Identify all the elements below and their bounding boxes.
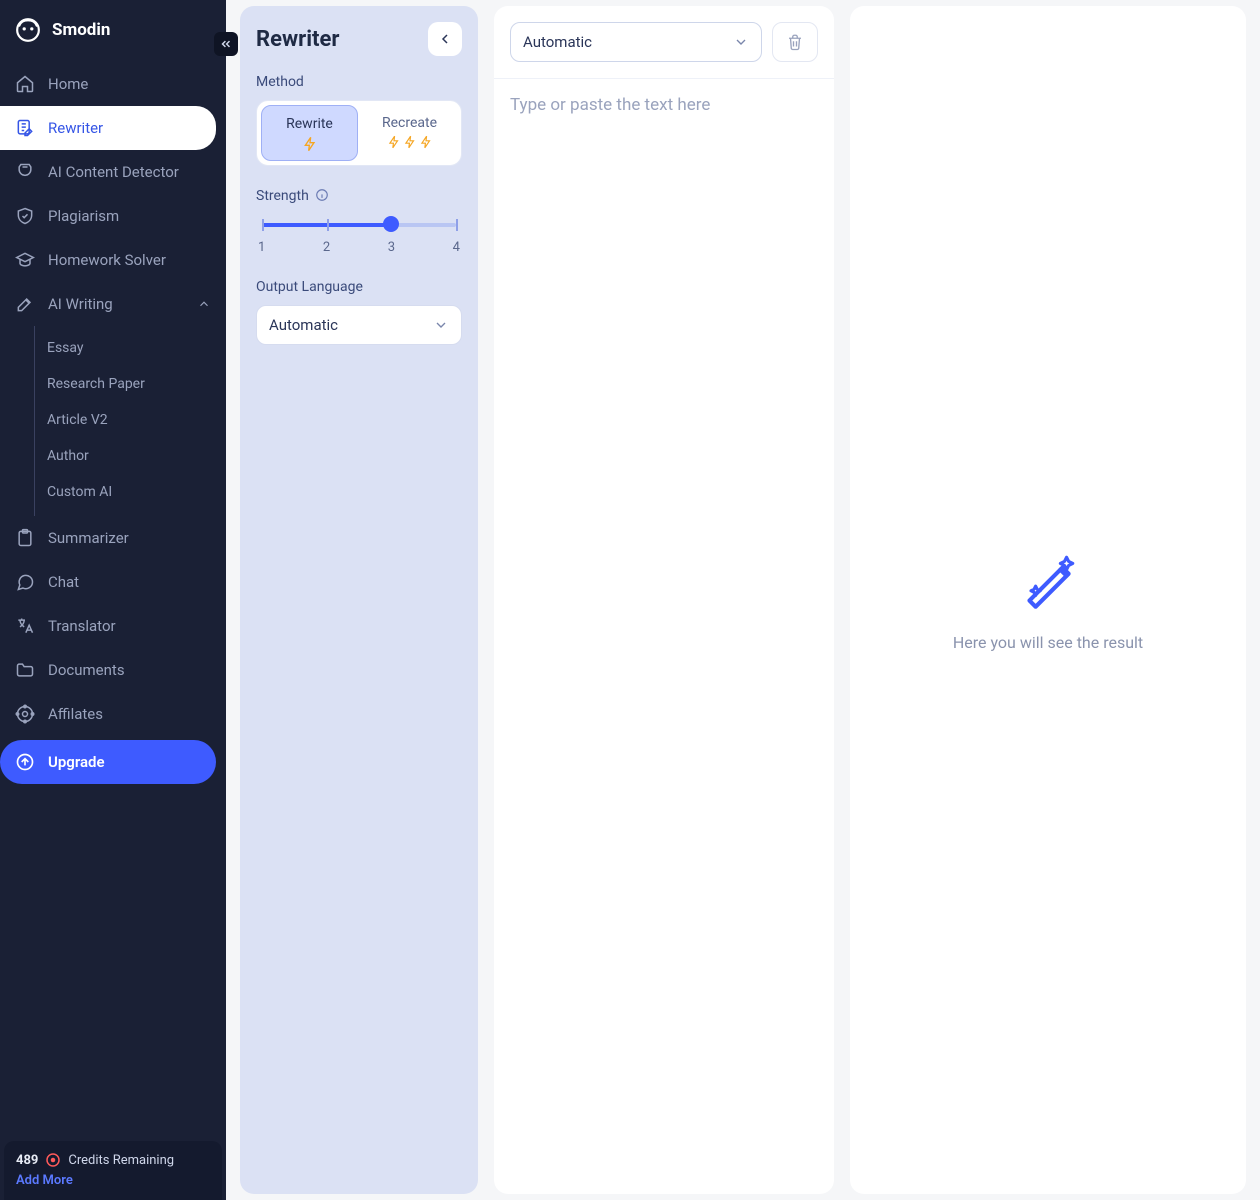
subnav-custom-ai[interactable]: Custom AI [35,474,226,510]
nav-label: AI Writing [48,295,113,313]
strength-slider[interactable] [262,214,456,234]
nav-summarizer[interactable]: Summarizer [0,516,226,560]
output-empty-text: Here you will see the result [953,633,1143,652]
nav: Home Rewriter AI Content Detector Plagia… [0,58,226,792]
slider-tick-labels: 1 2 3 4 [258,240,460,255]
input-placeholder: Type or paste the text here [510,95,818,115]
credits-row: 489 Credits Remaining [16,1151,210,1169]
detector-icon [14,161,36,183]
nav-upgrade[interactable]: Upgrade [0,740,216,784]
folder-icon [14,659,36,681]
chat-icon [14,571,36,593]
credits-label: Credits Remaining [68,1153,174,1168]
input-top-bar: Automatic [494,6,834,79]
output-language-value: Automatic [269,316,338,334]
credits-icon [44,1151,62,1169]
nav-label: Chat [48,573,79,591]
nav-plagiarism[interactable]: Plagiarism [0,194,226,238]
nav-homework-solver[interactable]: Homework Solver [0,238,226,282]
method-rewrite-label: Rewrite [266,116,353,132]
subnav-author[interactable]: Author [35,438,226,474]
output-language-label: Output Language [256,279,462,295]
nav-label: Upgrade [48,753,105,771]
chevron-up-icon [196,296,212,312]
brand-name: Smodin [52,20,110,40]
tick-1: 1 [258,240,265,255]
bolt-icon [266,136,353,152]
credits-count: 489 [16,1153,38,1168]
brand-logo-icon [14,16,42,44]
strength-label: Strength [256,188,462,204]
chevron-down-icon [733,34,749,50]
bolt-icon [366,135,453,149]
tick-3: 3 [388,240,395,255]
tick-2: 2 [323,240,330,255]
rewriter-icon [14,117,36,139]
magic-wand-icon [1015,549,1081,615]
clear-text-button[interactable] [772,22,818,62]
subnav-article-v2[interactable]: Article V2 [35,402,226,438]
subnav-essay[interactable]: Essay [35,330,226,366]
input-language-value: Automatic [523,33,592,51]
credits-bar: 489 Credits Remaining Add More [4,1141,222,1200]
nav-label: Documents [48,661,125,679]
nav-label: Homework Solver [48,251,166,269]
upgrade-icon [14,751,36,773]
affiliates-icon [14,703,36,725]
sidebar: Smodin Home Rewriter AI Content Detector… [0,0,226,1200]
home-icon [14,73,36,95]
settings-panel: Rewriter Method Rewrite Recreate Strengt… [240,6,478,1194]
chevron-down-icon [433,317,449,333]
nav-ai-writing[interactable]: AI Writing [0,282,226,326]
method-label: Method [256,74,462,90]
tick-4: 4 [453,240,460,255]
output-language-select[interactable]: Automatic [256,305,462,345]
method-recreate-label: Recreate [366,115,453,131]
settings-back-button[interactable] [428,22,462,56]
ai-writing-submenu: Essay Research Paper Article V2 Author C… [34,326,226,516]
strength-section: Strength 1 2 3 4 [256,188,462,255]
method-toggle: Rewrite Recreate [256,100,462,166]
graduation-icon [14,249,36,271]
method-recreate[interactable]: Recreate [362,105,457,161]
nav-label: Summarizer [48,529,129,547]
nav-home[interactable]: Home [0,62,226,106]
output-panel: Here you will see the result [850,6,1246,1194]
nav-rewriter[interactable]: Rewriter [0,106,216,150]
nav-label: Affilates [48,705,103,723]
brand: Smodin [0,0,226,58]
add-more-link[interactable]: Add More [16,1173,73,1188]
nav-chat[interactable]: Chat [0,560,226,604]
nav-label: Translator [48,617,116,635]
nav-label: Home [48,75,88,93]
subnav-research-paper[interactable]: Research Paper [35,366,226,402]
slider-thumb[interactable] [383,216,399,232]
nav-label: Rewriter [48,119,103,137]
info-icon[interactable] [315,188,331,204]
nav-label: Plagiarism [48,207,119,225]
nav-translator[interactable]: Translator [0,604,226,648]
nav-documents[interactable]: Documents [0,648,226,692]
nav-affilates[interactable]: Affilates [0,692,226,736]
input-language-select[interactable]: Automatic [510,22,762,62]
page-title: Rewriter [256,27,339,52]
text-input[interactable]: Type or paste the text here [494,79,834,1194]
trash-icon [786,33,804,51]
nav-label: AI Content Detector [48,163,179,181]
method-rewrite[interactable]: Rewrite [261,105,358,161]
pencil-icon [14,293,36,315]
translate-icon [14,615,36,637]
sidebar-collapse-button[interactable] [214,32,238,56]
input-panel: Automatic Type or paste the text here [494,6,834,1194]
strength-label-text: Strength [256,188,309,204]
shield-icon [14,205,36,227]
clipboard-icon [14,527,36,549]
nav-ai-content-detector[interactable]: AI Content Detector [0,150,226,194]
